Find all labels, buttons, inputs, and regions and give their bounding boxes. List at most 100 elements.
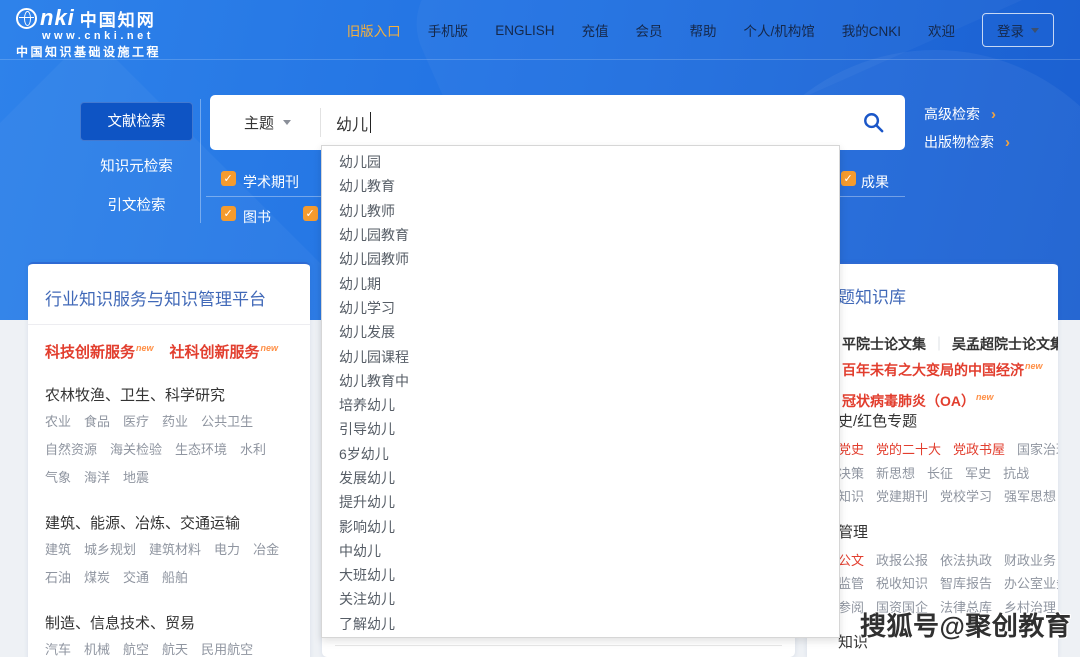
suggestion-item[interactable]: 幼儿园课程	[322, 344, 839, 368]
industry-link[interactable]: 民用航空	[201, 639, 253, 657]
industry-link[interactable]: 冶金	[253, 539, 279, 558]
nav-item-会员[interactable]: 会员	[635, 20, 662, 40]
search-icon[interactable]	[862, 111, 885, 134]
topic-section-title[interactable]: 史/红色专题	[838, 410, 1052, 431]
industry-link[interactable]: 建筑	[45, 539, 71, 558]
industry-link[interactable]: 煤炭	[84, 567, 110, 586]
checkbox-achievements[interactable]	[841, 171, 856, 186]
featured-service-link[interactable]: 科技创新服务new	[45, 341, 154, 362]
industry-link[interactable]: 地震	[123, 467, 149, 486]
checkbox-journals[interactable]	[221, 171, 236, 186]
suggestion-item[interactable]: 幼儿园教育	[322, 223, 839, 247]
suggestion-item[interactable]: 了解幼儿	[322, 612, 839, 636]
nav-item-手机版[interactable]: 手机版	[428, 20, 469, 40]
suggestion-item[interactable]: 幼儿园	[322, 150, 839, 174]
suggestion-item[interactable]: 幼儿教育	[322, 174, 839, 198]
suggestion-item[interactable]: 幼儿教师	[322, 199, 839, 223]
suggestion-item[interactable]: 发展幼儿	[322, 466, 839, 490]
topic-link[interactable]: 新思想	[876, 466, 915, 481]
hot-topic-link[interactable]: 百年未有之大变局的中国经济new	[842, 360, 1043, 380]
suggestion-item[interactable]: 6岁幼儿	[322, 442, 839, 466]
login-button[interactable]: 登录	[982, 13, 1054, 47]
nav-item-帮助[interactable]: 帮助	[689, 20, 716, 40]
industry-link[interactable]: 船舶	[162, 567, 188, 586]
suggestion-item[interactable]: 幼儿学习	[322, 296, 839, 320]
suggestion-item[interactable]: 中幼儿	[322, 539, 839, 563]
nav-item-个人/机构馆[interactable]: 个人/机构馆	[743, 20, 814, 40]
topic-link[interactable]: 军史	[965, 466, 991, 481]
suggestion-item[interactable]: 培养幼儿	[322, 393, 839, 417]
checkbox-achievements-label[interactable]: 成果	[861, 172, 889, 192]
tab-引文检索[interactable]: 引文检索	[80, 195, 193, 217]
checkbox-books[interactable]	[221, 206, 236, 221]
topic-link[interactable]: 公文	[838, 553, 864, 568]
industry-link[interactable]: 自然资源	[45, 439, 97, 458]
advanced-search-link[interactable]: 高级检索 ›	[924, 104, 1010, 124]
industry-section-title[interactable]: 建筑、能源、冶炼、交通运输	[45, 512, 298, 533]
topic-link[interactable]: 抗战	[1003, 466, 1029, 481]
industry-link[interactable]: 气象	[45, 467, 71, 486]
topic-link[interactable]: 依法执政	[940, 553, 992, 568]
topic-link[interactable]: 党校学习	[940, 489, 992, 504]
topic-link[interactable]: 决策	[838, 466, 864, 481]
topic-link[interactable]: 财政业务	[1004, 553, 1056, 568]
topic-link[interactable]: 长征	[927, 466, 953, 481]
nav-item-旧版入口[interactable]: 旧版入口	[347, 20, 401, 40]
industry-link[interactable]: 机械	[84, 639, 110, 657]
collection-link[interactable]: 吴孟超院士论文集	[952, 336, 1058, 352]
topic-section-title[interactable]: 管理	[838, 521, 1052, 542]
topic-link[interactable]: 党政书屋	[953, 442, 1005, 457]
topic-link[interactable]: 智库报告	[940, 576, 992, 591]
industry-section-title[interactable]: 制造、信息技术、贸易	[45, 612, 298, 633]
tab-知识元检索[interactable]: 知识元检索	[80, 156, 193, 178]
suggestion-item[interactable]: 关注幼儿	[322, 587, 839, 611]
checkbox-books-label[interactable]: 图书	[243, 207, 271, 227]
industry-link[interactable]: 城乡规划	[84, 539, 136, 558]
suggestion-item[interactable]: 影响幼儿	[322, 514, 839, 538]
industry-link[interactable]: 交通	[123, 567, 149, 586]
industry-link[interactable]: 航空	[123, 639, 149, 657]
industry-link[interactable]: 医疗	[123, 411, 149, 430]
featured-service-link[interactable]: 社科创新服务new	[170, 341, 279, 362]
search-input[interactable]: 幼儿	[336, 95, 371, 150]
industry-link[interactable]: 航天	[162, 639, 188, 657]
industry-link[interactable]: 公共卫生	[201, 411, 253, 430]
topic-link[interactable]: 税收知识	[876, 576, 928, 591]
topic-link[interactable]: 知识	[838, 489, 864, 504]
industry-link[interactable]: 食品	[84, 411, 110, 430]
industry-link[interactable]: 生态环境	[175, 439, 227, 458]
industry-link[interactable]: 石油	[45, 567, 71, 586]
industry-link[interactable]: 电力	[214, 539, 240, 558]
topic-link[interactable]: 监管	[838, 576, 864, 591]
checkbox-journals-label[interactable]: 学术期刊	[243, 172, 299, 192]
suggestion-item[interactable]: 引导幼儿	[322, 417, 839, 441]
industry-link[interactable]: 海洋	[84, 467, 110, 486]
topic-link[interactable]: 党建期刊	[876, 489, 928, 504]
suggestion-item[interactable]: 幼儿教育中	[322, 369, 839, 393]
publication-search-link[interactable]: 出版物检索 ›	[924, 132, 1010, 152]
suggestion-item[interactable]: 幼儿期	[322, 271, 839, 295]
suggestion-item[interactable]: 幼儿园教师	[322, 247, 839, 271]
industry-link[interactable]: 海关检验	[110, 439, 162, 458]
suggestion-item[interactable]: 大班幼儿	[322, 563, 839, 587]
topic-link[interactable]: 办公室业务	[1004, 576, 1058, 591]
industry-link[interactable]: 药业	[162, 411, 188, 430]
search-field-selector[interactable]: 主题	[244, 95, 291, 150]
industry-link[interactable]: 水利	[240, 439, 266, 458]
industry-link[interactable]: 汽车	[45, 639, 71, 657]
suggestion-item[interactable]: 提升幼儿	[322, 490, 839, 514]
cnki-logo[interactable]: nki 中国知网 www.cnki.net 中国知识基础设施工程	[16, 6, 161, 60]
hot-topic-link[interactable]: 冠状病毒肺炎（OA）new	[842, 391, 1043, 411]
industry-link[interactable]: 建筑材料	[149, 539, 201, 558]
collection-link[interactable]: 平院士论文集	[842, 336, 926, 352]
tab-文献检索[interactable]: 文献检索	[80, 102, 193, 141]
topic-link[interactable]: 党史	[838, 442, 864, 457]
suggestion-item[interactable]: 幼儿发展	[322, 320, 839, 344]
industry-link[interactable]: 农业	[45, 411, 71, 430]
topic-link[interactable]: 国家治理	[1017, 442, 1058, 457]
nav-item-ENGLISH[interactable]: ENGLISH	[495, 23, 554, 38]
topic-link[interactable]: 政报公报	[876, 553, 928, 568]
checkbox-partial[interactable]	[303, 206, 318, 221]
topic-link[interactable]: 党的二十大	[876, 442, 941, 457]
industry-section-title[interactable]: 农林牧渔、卫生、科学研究	[45, 384, 298, 405]
